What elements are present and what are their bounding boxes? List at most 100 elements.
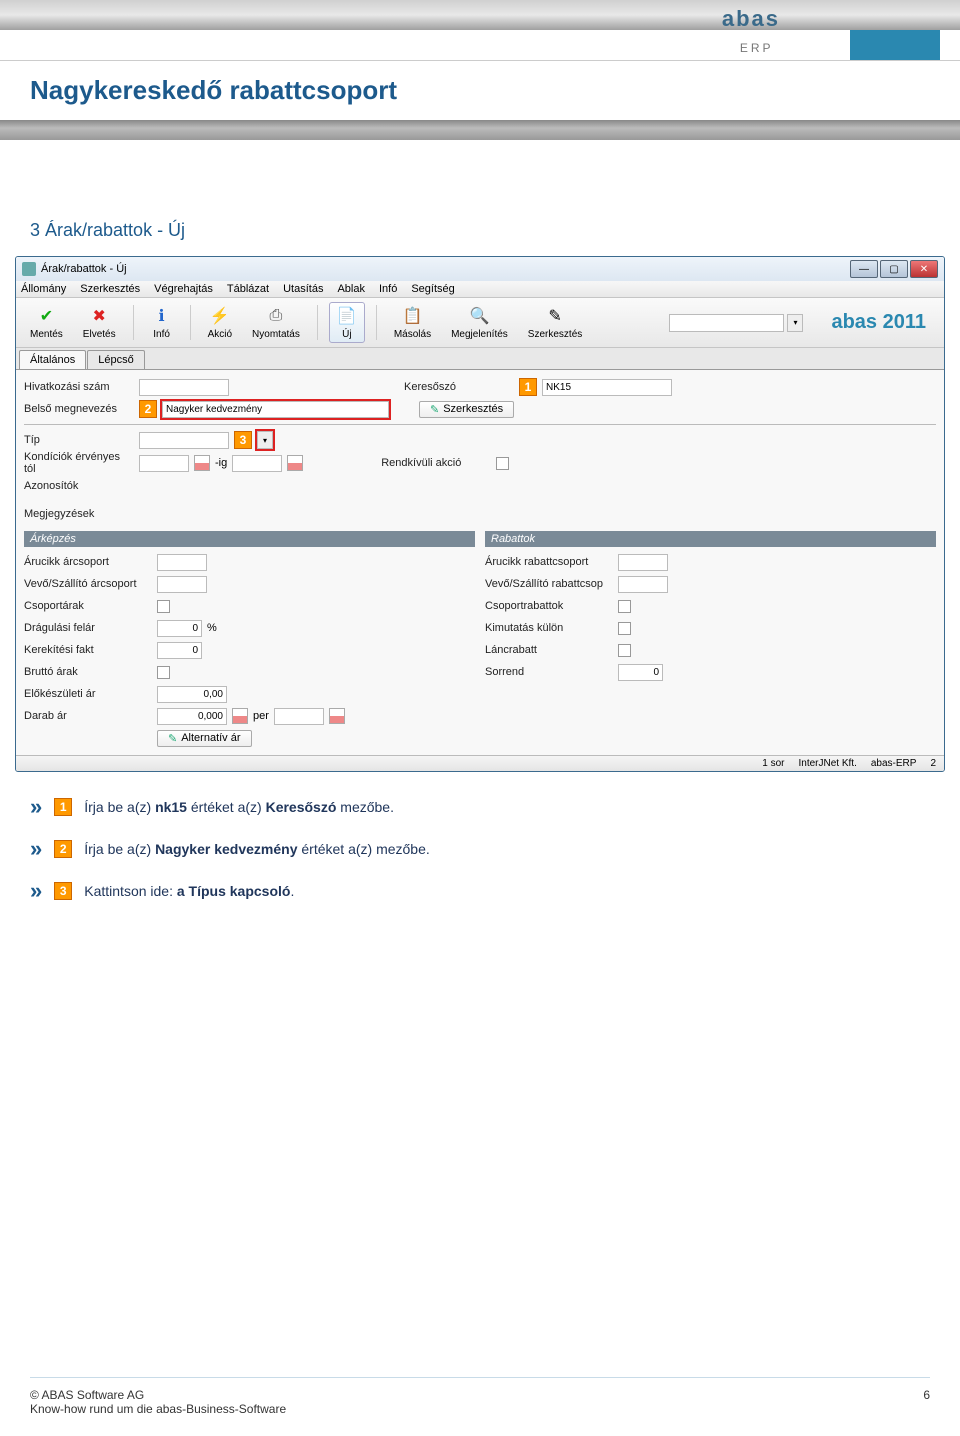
elokeszuleti-input[interactable]	[157, 686, 227, 703]
document-icon: 📄	[336, 305, 358, 327]
check-icon: ✔	[35, 305, 57, 327]
discard-label: Elvetés	[83, 329, 116, 340]
footer-left: © ABAS Software AG Know-how rund um die …	[30, 1388, 286, 1416]
tab-altalanos[interactable]: Általános	[19, 350, 86, 369]
discard-button[interactable]: ✖ Elvetés	[77, 303, 122, 342]
bullet-icon: »	[30, 794, 42, 820]
copy-button[interactable]: 📋Másolás	[388, 303, 437, 342]
edit-label: Szerkesztés	[528, 329, 582, 340]
print-button[interactable]: ⎙Nyomtatás	[246, 303, 306, 342]
menu-tablazat[interactable]: Táblázat	[227, 283, 269, 295]
menu-ablak[interactable]: Ablak	[337, 283, 365, 295]
lancrabatt-checkbox[interactable]	[618, 644, 631, 657]
hivatkozasi-input[interactable]	[139, 379, 229, 396]
alternativ-label: Alternatív ár	[181, 732, 240, 744]
bullet-icon: »	[30, 878, 42, 904]
new-button[interactable]: 📄Új	[329, 302, 365, 343]
keresoszo-input[interactable]	[542, 379, 672, 396]
text: értéket a(z)	[187, 799, 266, 815]
header-logo: abas ERP	[722, 6, 780, 58]
label-kimutatas: Kimutatás külön	[485, 622, 613, 634]
label-brutto: Bruttó árak	[24, 666, 152, 678]
vevo-ar-input[interactable]	[157, 576, 207, 593]
belso-megnevezes-input[interactable]	[162, 401, 389, 418]
kondiciok-from-input[interactable]	[139, 455, 189, 472]
status-product: abas-ERP	[871, 758, 917, 769]
kondiciok-to-input[interactable]	[232, 455, 282, 472]
sorrend-input[interactable]	[618, 664, 663, 681]
label-arucikk-ar: Árucikk árcsoport	[24, 556, 152, 568]
search-dropdown-icon[interactable]: ▾	[787, 314, 803, 332]
menu-info[interactable]: Infó	[379, 283, 397, 295]
dragulasi-input[interactable]	[157, 620, 202, 637]
brutto-checkbox[interactable]	[157, 666, 170, 679]
tip-dropdown-icon[interactable]: ▾	[257, 431, 273, 449]
pencil-icon: ✎	[544, 305, 566, 327]
text: Kattintson ide:	[84, 883, 177, 899]
menu-allomany[interactable]: Állomány	[21, 283, 66, 295]
instruction-2: » 2 Írja be a(z) Nagyker kedvezmény érté…	[30, 836, 930, 862]
instructions: » 1 Írja be a(z) nk15 értéket a(z) Keres…	[30, 794, 930, 904]
view-label: Megjelenítés	[451, 329, 508, 340]
marker-2: 2	[139, 400, 157, 418]
search-input[interactable]	[669, 314, 784, 332]
toolbar-separator	[133, 305, 134, 340]
close-button[interactable]: ✕	[910, 260, 938, 278]
percent-unit: %	[207, 622, 217, 634]
save-button[interactable]: ✔ Mentés	[24, 303, 69, 342]
tip-input[interactable]	[139, 432, 229, 449]
footer-copyright: © ABAS Software AG	[30, 1388, 286, 1402]
szerkesztes-button[interactable]: ✎Szerkesztés	[419, 401, 514, 418]
label-tip: Típ	[24, 434, 134, 446]
tab-bar: Általános Lépcső	[16, 348, 944, 370]
calendar-icon[interactable]	[194, 455, 210, 471]
arucikk-rabatt-input[interactable]	[618, 554, 668, 571]
picker-icon[interactable]	[232, 708, 248, 724]
menu-vegrehajtas[interactable]: Végrehajtás	[154, 283, 213, 295]
save-label: Mentés	[30, 329, 63, 340]
per-input[interactable]	[274, 708, 324, 725]
x-icon: ✖	[88, 305, 110, 327]
text: Írja be a(z)	[84, 799, 155, 815]
logo-subtext: ERP	[740, 41, 774, 55]
action-button[interactable]: ⚡Akció	[202, 303, 238, 342]
kerekitesi-input[interactable]	[157, 642, 202, 659]
arkepzes-header: Árképzés	[24, 531, 475, 547]
action-label: Akció	[208, 329, 232, 340]
label-ig: -ig	[215, 457, 227, 469]
tab-lepcso[interactable]: Lépcső	[87, 350, 144, 369]
edit-button[interactable]: ✎ Szerkesztés	[522, 303, 588, 342]
maximize-button[interactable]: ▢	[880, 260, 908, 278]
label-sorrend: Sorrend	[485, 666, 613, 678]
info-label: Infó	[153, 329, 170, 340]
menu-bar: Állomány Szerkesztés Végrehajtás Tábláza…	[16, 281, 944, 298]
footer-separator	[30, 1377, 930, 1378]
alternativ-ar-button[interactable]: ✎ Alternatív ár	[157, 730, 252, 747]
logo-text: abas	[722, 6, 780, 31]
copy-label: Másolás	[394, 329, 431, 340]
csoportarak-checkbox[interactable]	[157, 600, 170, 613]
darab-input[interactable]	[157, 708, 227, 725]
form-area: Hivatkozási szám Keresőszó 1 Belső megne…	[16, 370, 944, 755]
label-csoportrabattok: Csoportrabattok	[485, 600, 613, 612]
kimutatas-checkbox[interactable]	[618, 622, 631, 635]
menu-segitseg[interactable]: Segítség	[411, 283, 454, 295]
info-icon: ℹ	[151, 305, 173, 327]
csoportrabattok-checkbox[interactable]	[618, 600, 631, 613]
calendar-icon[interactable]	[287, 455, 303, 471]
menu-utasitas[interactable]: Utasítás	[283, 283, 323, 295]
arucikk-ar-input[interactable]	[157, 554, 207, 571]
text-bold: Nagyker kedvezmény	[155, 841, 297, 857]
vevo-rabatt-input[interactable]	[618, 576, 668, 593]
picker-icon[interactable]	[329, 708, 345, 724]
status-company: InterJNet Kft.	[799, 758, 857, 769]
status-sor: 1 sor	[762, 758, 784, 769]
minimize-button[interactable]: —	[850, 260, 878, 278]
document-title: Nagykereskedő rabattcsoport	[30, 75, 930, 106]
menu-szerkesztes[interactable]: Szerkesztés	[80, 283, 140, 295]
info-button[interactable]: ℹ Infó	[145, 303, 179, 342]
rendkivuli-checkbox[interactable]	[496, 457, 509, 470]
edit-star-icon: ✎	[168, 732, 177, 745]
view-button[interactable]: 🔍Megjelenítés	[445, 303, 514, 342]
page-number: 6	[923, 1388, 930, 1416]
